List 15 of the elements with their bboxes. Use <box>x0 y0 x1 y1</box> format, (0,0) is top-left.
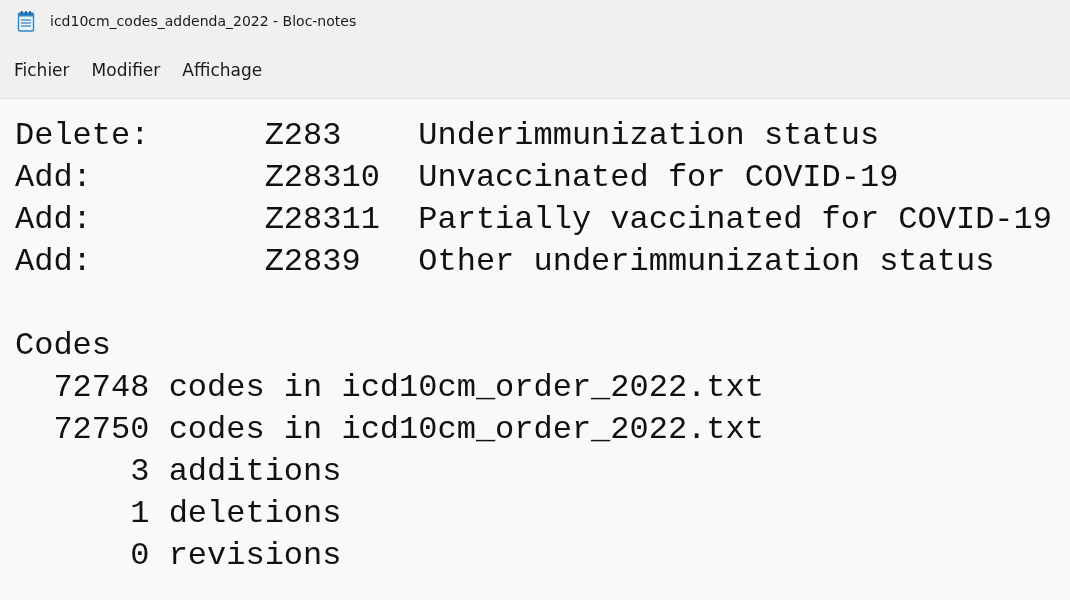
text-line: Delete: Z283 Underimmunization status <box>15 116 880 156</box>
text-line: Codes <box>15 326 111 366</box>
text-line: Add: Z28310 Unvaccinated for COVID-19 <box>15 158 899 198</box>
text-line: 72748 codes in icd10cm_order_2022.txt <box>52 368 764 408</box>
text-line: 72750 codes in icd10cm_order_2022.txt <box>52 410 764 450</box>
notepad-icon <box>17 10 35 32</box>
menu-item[interactable]: Fichier <box>4 54 80 86</box>
menu-item[interactable]: Modifier <box>81 54 171 86</box>
text-line: 3 additions <box>129 452 342 492</box>
menu-item[interactable]: Affichage <box>172 54 273 86</box>
text-line: Add: Z28311 Partially vaccinated for COVID-19 <box>15 200 1052 240</box>
window-title: icd10cm_codes_addenda_2022 - Bloc-notes <box>50 13 357 29</box>
text-line: 0 revisions <box>129 536 342 576</box>
text-line: Add: Z2839 Other underimmunization status <box>15 242 995 282</box>
text-line: 1 deletions <box>129 494 342 534</box>
